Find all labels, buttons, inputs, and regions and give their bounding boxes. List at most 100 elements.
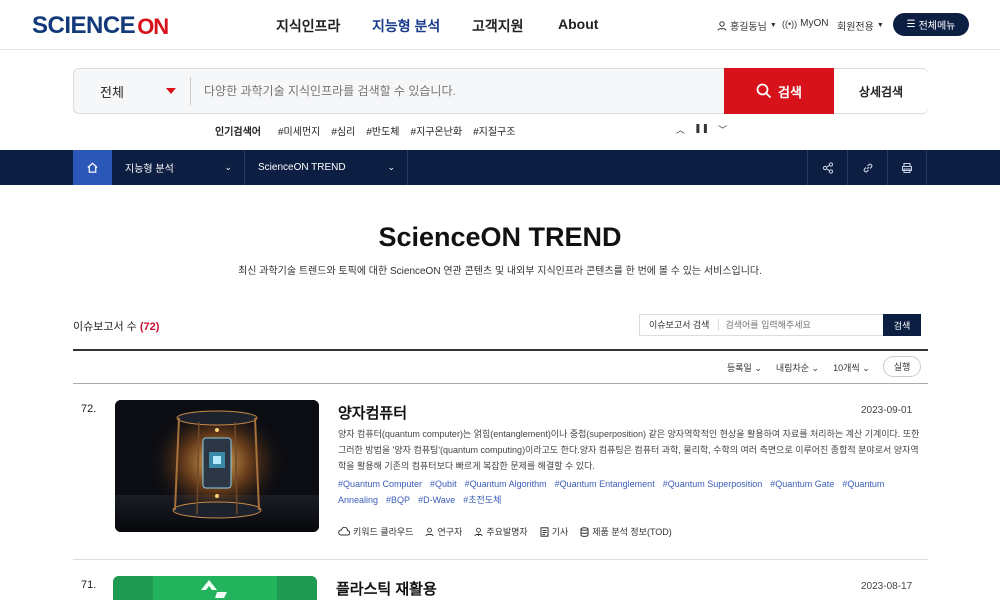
issue-report-count: 이슈보고서 수 (72): [73, 318, 159, 334]
report-thumbnail[interactable]: [113, 576, 317, 600]
breadcrumb-level1-label: 지능형 분석: [125, 164, 174, 175]
report-title[interactable]: 양자컴퓨터: [338, 402, 407, 423]
link-copy-button[interactable]: [847, 150, 887, 185]
caret-down-icon: [166, 88, 176, 94]
report-tag[interactable]: #BQP: [386, 495, 410, 505]
meta-label: 연구자: [437, 527, 463, 537]
search-input[interactable]: [204, 69, 724, 113]
popular-keywords: 인기검색어 #미세먼지 #심리 #반도체 #지구온난화 #지질구조: [215, 123, 515, 138]
report-tag[interactable]: #초전도체: [463, 495, 501, 505]
all-menu-button[interactable]: ☰ 전체메뉴: [893, 13, 969, 36]
divider: [73, 559, 928, 560]
site-header: SCIENCE ON 지식인프라 지능형 분석 고객지원 About 홍길동님 …: [0, 0, 1000, 50]
sort-order-value: 내림차순: [775, 363, 810, 373]
popular-keyword[interactable]: #지질구조: [473, 123, 515, 138]
keyword-cloud-link[interactable]: 키워드 클라우드: [338, 525, 413, 538]
divider: [73, 383, 928, 384]
meta-label: 기사: [551, 527, 569, 537]
meta-label: 키워드 클라우드: [353, 527, 414, 537]
page-size-value: 10개씩: [833, 363, 860, 373]
link-icon: [863, 163, 872, 172]
all-menu-label: 전체메뉴: [918, 21, 956, 32]
popular-keyword[interactable]: #미세먼지: [278, 123, 320, 138]
product-analysis-link[interactable]: 제품 분석 정보(TOD): [580, 525, 672, 538]
researcher-link[interactable]: 연구자: [425, 525, 462, 538]
broadcast-icon: ((•)): [782, 18, 798, 29]
nav-about[interactable]: About: [558, 16, 598, 32]
search-icon: [756, 83, 772, 99]
issue-report-count-label: 이슈보고서 수: [73, 321, 137, 333]
print-button[interactable]: [887, 150, 927, 185]
page-size-select[interactable]: 10개씩 ⌄: [833, 361, 870, 374]
chevron-down-icon: ⌄: [811, 363, 820, 373]
user-name: 홍길동님: [730, 22, 767, 33]
issue-search-form: 이슈보고서 검색 검색: [639, 314, 921, 336]
report-description: 양자 컴퓨터(quantum computer)는 얽힘(entanglemen…: [338, 429, 920, 471]
search-scope-value: 전체: [100, 84, 124, 100]
report-title[interactable]: 플라스틱 재활용: [336, 578, 437, 599]
myon-label: MyON: [800, 18, 829, 29]
report-tag[interactable]: #Quantum Entanglement: [555, 479, 655, 489]
home-button[interactable]: [73, 150, 112, 185]
user-icon: [425, 527, 435, 536]
page-title: ScienceON TREND: [378, 222, 622, 252]
search-box: 전체 검색 상세검색: [73, 68, 928, 114]
user-menu[interactable]: 홍길동님 ▼: [717, 18, 777, 33]
run-button[interactable]: 실행: [883, 356, 921, 377]
report-tag[interactable]: #Quantum Algorithm: [465, 479, 547, 489]
search-scope-select[interactable]: 전체: [74, 69, 190, 113]
report-date: 2023-09-01: [861, 405, 913, 416]
chevron-down-icon: ⌄: [862, 363, 870, 373]
pause-icon[interactable]: ❚❚: [694, 123, 709, 136]
nav-knowledge-infra[interactable]: 지식인프라: [276, 16, 340, 36]
sort-field-select[interactable]: 등록일 ⌄: [727, 361, 762, 374]
issue-search-button[interactable]: 검색: [883, 314, 921, 336]
share-icon: [822, 161, 833, 174]
popular-keyword-controls: ︿ ❚❚ ﹀: [676, 123, 727, 136]
inventor-link[interactable]: 주요발명자: [474, 525, 528, 538]
chevron-down-icon[interactable]: ﹀: [718, 123, 727, 136]
scienceon-logo[interactable]: SCIENCE ON: [32, 10, 169, 40]
logo-text: SCIENCE: [32, 12, 136, 39]
chevron-down-icon: ⌄: [387, 162, 395, 172]
popular-keywords-label: 인기검색어: [215, 127, 261, 138]
sort-order-select[interactable]: 내림차순 ⌄: [776, 361, 819, 374]
chevron-down-icon: ⌄: [224, 162, 232, 172]
member-only-menu[interactable]: 회원전용 ▼: [837, 18, 884, 33]
user-icon: [717, 20, 727, 31]
meta-label: 제품 분석 정보(TOD): [592, 527, 672, 537]
myon-link[interactable]: ((•)) MyON: [782, 18, 828, 29]
breadcrumb-level2[interactable]: ScienceON TREND ⌄: [245, 150, 408, 185]
nav-customer-support[interactable]: 고객지원: [472, 16, 524, 36]
hamburger-icon: ☰: [906, 19, 916, 30]
report-meta-links: 키워드 클라우드 연구자 주요발명자 기사 제품 분석 정보(TOD): [338, 525, 672, 538]
report-number: 72.: [81, 403, 97, 415]
issue-search-input[interactable]: [719, 320, 884, 330]
share-button[interactable]: [807, 150, 847, 185]
report-tag[interactable]: #Quantum Gate: [770, 479, 834, 489]
search-button[interactable]: 검색: [724, 68, 834, 114]
chevron-up-icon[interactable]: ︿: [676, 123, 685, 136]
issue-report-count-value: (72): [139, 321, 160, 333]
divider: [190, 77, 191, 105]
popular-keyword[interactable]: #반도체: [366, 123, 399, 138]
location-bar: 지능형 분석 ⌄ ScienceON TREND ⌄: [0, 150, 1000, 185]
logo-on: ON: [137, 14, 169, 39]
report-tag[interactable]: #D-Wave: [418, 495, 455, 505]
report-tag[interactable]: #Qubit: [430, 479, 457, 489]
inventor-icon: [474, 527, 483, 536]
caret-down-icon: ▼: [876, 22, 884, 29]
report-tag[interactable]: #Quantum Computer: [338, 479, 422, 489]
popular-keyword[interactable]: #지구온난화: [411, 123, 463, 138]
divider: [73, 349, 928, 351]
breadcrumb-level1[interactable]: 지능형 분석 ⌄: [112, 150, 245, 185]
report-tag[interactable]: #Quantum Superposition: [663, 479, 763, 489]
print-icon: [902, 162, 912, 173]
cloud-icon: [338, 527, 350, 536]
article-link[interactable]: 기사: [540, 525, 569, 538]
popular-keyword[interactable]: #심리: [331, 123, 355, 138]
nav-intelligent-analysis[interactable]: 지능형 분석: [372, 16, 440, 36]
advanced-search-button[interactable]: 상세검색: [834, 69, 928, 113]
report-thumbnail[interactable]: [115, 400, 319, 532]
recycling-image: [113, 576, 317, 600]
